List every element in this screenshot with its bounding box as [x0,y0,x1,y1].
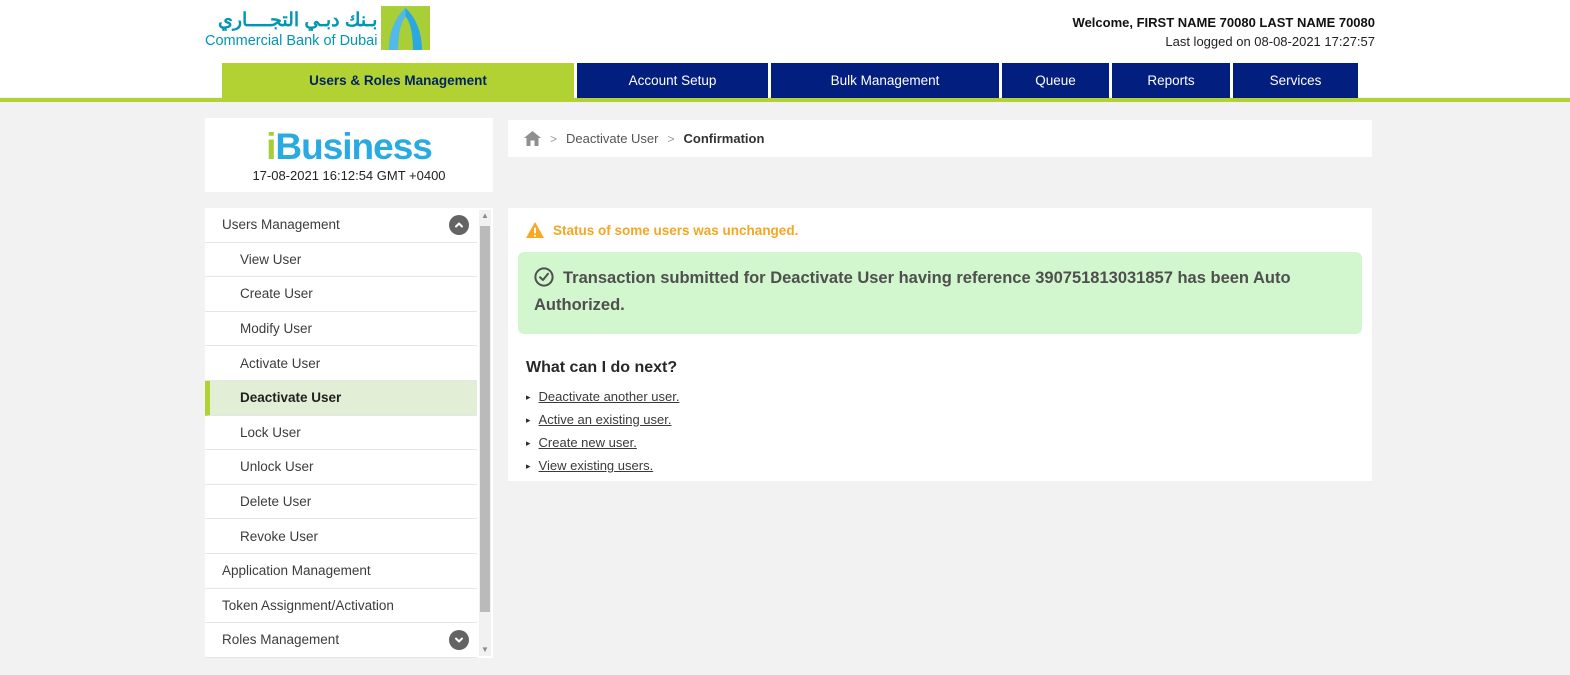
sidebar-item-roles-management[interactable]: Roles Management [205,623,477,658]
chevron-up-icon[interactable] [449,214,469,235]
scrollbar-down-arrow-icon[interactable]: ▼ [479,644,491,656]
breadcrumb-current-page: Confirmation [683,131,765,146]
main-content: Status of some users was unchanged. Tran… [508,208,1372,481]
active-existing-user-link[interactable]: Active an existing user. [539,412,672,427]
sidebar-item-label: Application Management [222,563,371,579]
main-navigation: Users & Roles Management Account Setup B… [222,63,1361,98]
tab-services[interactable]: Services [1233,63,1358,98]
create-new-user-link[interactable]: Create new user. [539,435,637,450]
bank-logo: بـنك دبـي التجــــاري Commercial Bank of… [205,6,431,50]
sidebar-item-deactivate-user[interactable]: Deactivate User [205,380,477,416]
sidebar-item-label: Unlock User [240,459,314,475]
sidebar-item-unlock-user[interactable]: Unlock User [205,450,477,485]
sidebar-item-label: View User [240,251,302,267]
sidebar-item-label: Users Management [222,217,340,233]
sidebar-menu-list: Users Management View User Create User M… [205,208,477,658]
tab-queue[interactable]: Queue [1002,63,1109,98]
session-timestamp: 17-08-2021 16:12:54 GMT +0400 [252,168,446,183]
view-existing-users-link[interactable]: View existing users. [539,458,654,473]
warning-message: Status of some users was unchanged. [526,222,1372,238]
bank-name-english: Commercial Bank of Dubai [205,33,378,49]
tab-reports[interactable]: Reports [1112,63,1230,98]
list-item: ▸ Deactivate another user. [526,389,1372,404]
sidebar-scrollbar[interactable]: ▲ ▼ [479,210,491,656]
sidebar-item-label: Revoke User [240,528,319,544]
sidebar-item-token-assignment-activation[interactable]: Token Assignment/Activation [205,588,477,624]
tab-account-setup[interactable]: Account Setup [577,63,768,98]
sidebar-item-activate-user[interactable]: Activate User [205,346,477,381]
breadcrumb: > Deactivate User > Confirmation [508,120,1372,157]
sidebar-item-label: Modify User [240,321,313,337]
sidebar-item-delete-user[interactable]: Delete User [205,484,477,520]
next-steps-heading: What can I do next? [526,359,678,376]
sidebar-item-create-user[interactable]: Create User [205,277,477,312]
scrollbar-up-arrow-icon[interactable]: ▲ [479,210,491,222]
ibusiness-logo: iBusiness [205,127,493,167]
deactivate-another-user-link[interactable]: Deactivate another user. [539,389,680,404]
welcome-text: Welcome, FIRST NAME 70080 LAST NAME 7008… [1072,15,1375,30]
last-logged-text: Last logged on 08-08-2021 17:27:57 [1165,34,1375,49]
breadcrumb-section[interactable]: Deactivate User [566,131,658,146]
bank-logo-icon [381,6,431,50]
sidebar-item-label: Token Assignment/Activation [222,597,394,613]
nav-underline [0,98,1570,102]
triangle-bullet-icon: ▸ [526,414,531,425]
sidebar-brand-panel: iBusiness 17-08-2021 16:12:54 GMT +0400 [205,118,493,192]
sidebar-item-label: Deactivate User [240,390,342,406]
sidebar-menu: Users Management View User Create User M… [205,208,493,658]
list-item: ▸ View existing users. [526,458,1372,473]
chevron-down-icon[interactable] [449,629,469,650]
sidebar-item-label: Activate User [240,355,321,371]
sidebar-item-lock-user[interactable]: Lock User [205,415,477,451]
triangle-bullet-icon: ▸ [526,460,531,471]
sidebar-item-application-management[interactable]: Application Management [205,553,477,589]
sidebar-item-revoke-user[interactable]: Revoke User [205,519,477,554]
scrollbar-thumb[interactable] [480,226,490,612]
ibusiness-logo-i: i [266,126,276,167]
list-item: ▸ Create new user. [526,435,1372,450]
sidebar-item-label: Delete User [240,494,312,510]
home-icon[interactable] [524,131,541,146]
warning-text: Status of some users was unchanged. [553,222,799,238]
warning-triangle-icon [526,222,544,238]
bank-name-arabic: بـنك دبـي التجــــاري [217,10,378,31]
triangle-bullet-icon: ▸ [526,437,531,448]
tab-bulk-management[interactable]: Bulk Management [771,63,999,98]
sidebar-item-label: Create User [240,286,313,302]
sidebar-item-label: Roles Management [222,632,340,648]
next-steps-links: ▸ Deactivate another user. ▸ Active an e… [526,389,1372,473]
sidebar-item-modify-user[interactable]: Modify User [205,311,477,347]
success-message-box: Transaction submitted for Deactivate Use… [518,252,1362,334]
user-session-info: Welcome, FIRST NAME 70080 LAST NAME 7008… [1073,13,1375,51]
list-item: ▸ Active an existing user. [526,412,1372,427]
bank-logo-text: بـنك دبـي التجــــاري Commercial Bank of… [205,10,377,50]
breadcrumb-separator: > [667,131,675,146]
triangle-bullet-icon: ▸ [526,391,531,402]
success-text: Transaction submitted for Deactivate Use… [534,269,1291,314]
ibusiness-logo-rest: Business [275,126,433,167]
sidebar-item-users-management[interactable]: Users Management [205,208,477,243]
sidebar-item-view-user[interactable]: View User [205,242,477,278]
check-circle-icon [534,267,554,287]
tab-users-roles-management[interactable]: Users & Roles Management [222,63,574,98]
breadcrumb-separator: > [550,131,558,146]
sidebar-item-label: Lock User [240,424,301,440]
